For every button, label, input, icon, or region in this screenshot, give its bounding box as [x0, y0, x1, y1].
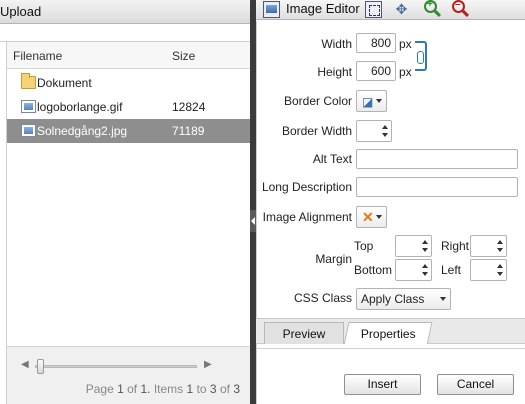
- insert-button[interactable]: Insert: [344, 374, 421, 395]
- spin-up-icon[interactable]: [497, 264, 503, 268]
- border-color-label: Border Color: [283, 94, 352, 108]
- tab-properties[interactable]: Properties: [343, 322, 433, 345]
- chevron-down-icon: [440, 297, 446, 301]
- dialog-footer: Insert Cancel: [256, 344, 525, 404]
- margin-left-stepper[interactable]: [470, 259, 507, 281]
- margin-bottom-label: Bottom: [354, 263, 393, 277]
- long-description-input[interactable]: [356, 177, 518, 197]
- css-class-value: Apply Class: [361, 292, 425, 306]
- image-editor-pane: Image Editor ✥ + – Width 800 px Height 6…: [256, 0, 525, 404]
- border-width-stepper[interactable]: [356, 120, 392, 142]
- pager-info: Page 1 of 1. Items 1 to 3 of 3: [85, 382, 240, 396]
- css-class-label: CSS Class: [293, 291, 352, 305]
- image-file-icon: [21, 124, 36, 137]
- file-name: Dokument: [37, 76, 92, 90]
- image-manager-dialog: Upload Filename Size Dokument logoborlan…: [0, 0, 525, 404]
- margin-bottom-stepper[interactable]: [395, 259, 432, 281]
- file-row-folder[interactable]: Dokument: [7, 71, 251, 95]
- image-editor-toolbar: Image Editor ✥ + –: [256, 0, 525, 20]
- paint-bucket-icon: ◪: [362, 95, 374, 109]
- tab-preview[interactable]: Preview: [264, 322, 344, 345]
- margin-right-label: Right: [441, 239, 470, 253]
- alt-text-input[interactable]: [356, 149, 518, 169]
- image-alignment-label: Image Alignment: [262, 210, 352, 224]
- file-size: 71189: [172, 124, 205, 138]
- file-row[interactable]: logoborlange.gif 12824: [7, 95, 251, 119]
- best-fit-icon[interactable]: [365, 1, 382, 18]
- width-label: Width: [321, 37, 352, 51]
- alt-text-label: Alt Text: [312, 152, 352, 166]
- border-color-picker[interactable]: ◪: [356, 90, 387, 112]
- margin-left-label: Left: [441, 263, 462, 277]
- width-unit: px: [399, 37, 412, 51]
- file-name: Solnedgång2.jpg: [37, 124, 128, 138]
- file-size: 12824: [172, 100, 206, 114]
- image-properties-form: Width 800 px Height 600 px Border Color …: [256, 21, 525, 318]
- image-file-icon: [21, 100, 36, 113]
- spin-up-icon[interactable]: [422, 240, 428, 244]
- image-alignment-dropdown[interactable]: ✕: [356, 206, 387, 228]
- scroll-right-arrow-icon[interactable]: ▶: [204, 359, 212, 370]
- chevron-down-icon: [376, 215, 382, 219]
- height-label: Height: [317, 65, 352, 79]
- css-class-dropdown[interactable]: Apply Class: [356, 288, 451, 310]
- upload-toolbar-area: [0, 25, 250, 42]
- margin-right-stepper[interactable]: [470, 235, 507, 257]
- spin-down-icon[interactable]: [382, 133, 388, 137]
- spin-down-icon[interactable]: [422, 248, 428, 252]
- file-name: logoborlange.gif: [37, 100, 123, 114]
- image-editor-icon: [263, 1, 280, 18]
- spin-down-icon[interactable]: [497, 248, 503, 252]
- file-grid-footer: ◀ ▶ Page 1 of 1. Items 1 to 3 of 3: [6, 346, 250, 404]
- margin-label: Margin: [315, 252, 352, 266]
- file-row-selected[interactable]: Solnedgång2.jpg 71189: [7, 119, 251, 143]
- width-input[interactable]: 800: [356, 33, 396, 53]
- upload-title: Upload: [0, 4, 42, 19]
- column-header-size[interactable]: Size: [172, 49, 195, 63]
- actual-size-icon[interactable]: ✥: [393, 1, 410, 18]
- horizontal-scroll-track[interactable]: [35, 365, 197, 368]
- editor-tabs: Preview Properties: [256, 318, 525, 345]
- footer-divider: [257, 348, 525, 349]
- height-input[interactable]: 600: [356, 61, 396, 81]
- spin-down-icon[interactable]: [422, 272, 428, 276]
- spin-up-icon[interactable]: [382, 125, 388, 129]
- margin-top-stepper[interactable]: [395, 235, 432, 257]
- file-browser-pane: Upload Filename Size Dokument logoborlan…: [0, 0, 251, 404]
- image-editor-title: Image Editor: [286, 1, 360, 16]
- spin-up-icon[interactable]: [497, 240, 503, 244]
- file-grid: Filename Size Dokument logoborlange.gif …: [6, 42, 251, 346]
- file-grid-header: Filename Size: [7, 42, 251, 69]
- upload-header: Upload: [0, 0, 250, 24]
- margin-top-label: Top: [354, 239, 374, 253]
- folder-icon: [21, 73, 36, 89]
- column-header-filename[interactable]: Filename: [13, 49, 62, 63]
- constrain-proportions-chain-icon[interactable]: [415, 41, 427, 71]
- no-alignment-icon: ✕: [362, 209, 374, 225]
- horizontal-scroll-thumb[interactable]: [37, 359, 44, 374]
- spin-down-icon[interactable]: [497, 272, 503, 276]
- long-description-label: Long Description: [261, 180, 352, 194]
- scroll-left-arrow-icon[interactable]: ◀: [21, 359, 29, 370]
- zoom-in-icon[interactable]: +: [424, 0, 437, 13]
- zoom-out-icon[interactable]: –: [452, 0, 465, 13]
- spin-up-icon[interactable]: [422, 264, 428, 268]
- cancel-button[interactable]: Cancel: [437, 374, 514, 395]
- border-width-label: Border Width: [281, 124, 352, 138]
- chevron-down-icon: [376, 99, 382, 103]
- height-unit: px: [399, 65, 412, 79]
